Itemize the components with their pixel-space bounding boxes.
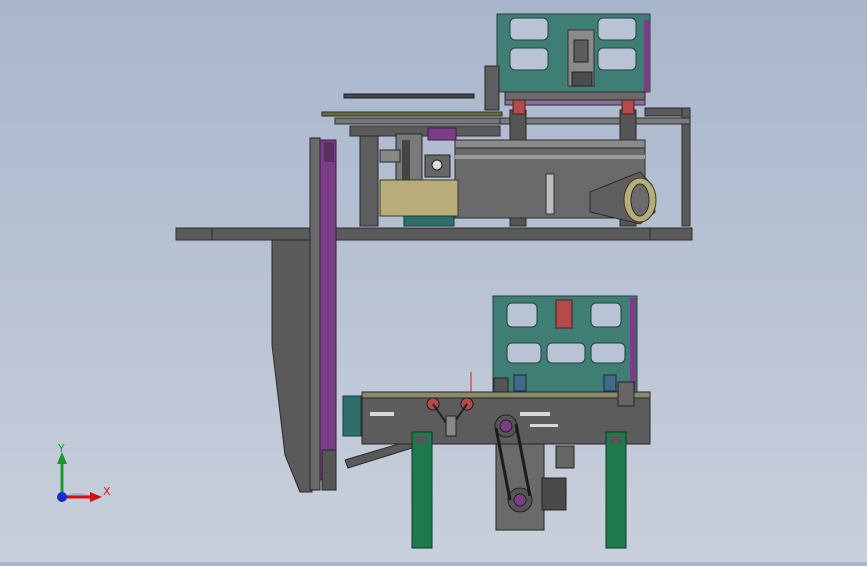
leg-right	[605, 431, 627, 549]
x-axis-label: X	[103, 485, 111, 498]
lower-assembly	[361, 295, 651, 549]
upper-assembly	[175, 13, 693, 241]
vertical-belt	[319, 139, 337, 481]
cad-viewport[interactable]: Y X	[0, 0, 867, 562]
upper-table-plate	[175, 227, 693, 241]
machine-assembly-drawing	[57, 13, 693, 549]
side-chute	[271, 239, 313, 493]
triad-labels: Y X	[44, 440, 124, 510]
y-axis-label: Y	[58, 442, 65, 455]
leg-left	[411, 431, 433, 549]
